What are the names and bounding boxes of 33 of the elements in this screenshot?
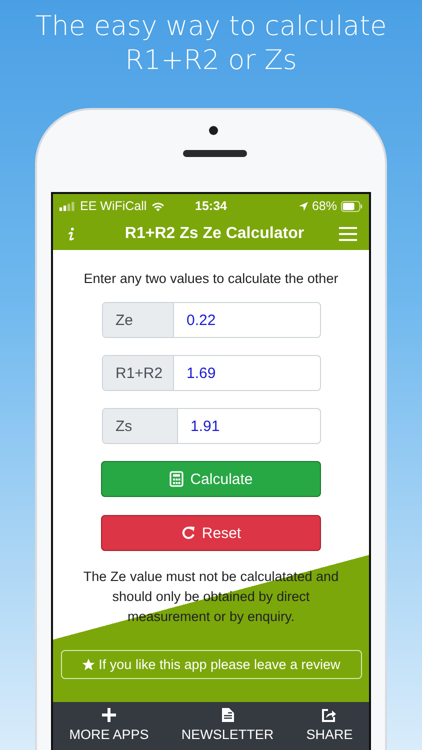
input-field[interactable]: Zs 1.91 (102, 408, 320, 444)
camera-icon (209, 126, 218, 135)
field-label: Ze (102, 303, 174, 337)
plus-icon (102, 708, 116, 722)
info-icon[interactable] (67, 226, 76, 242)
battery-percent: 68% (312, 199, 337, 213)
wifi-icon (150, 200, 165, 212)
toolbar-button[interactable]: SHARE (306, 708, 353, 750)
headline: The easy way to calculate R1+R2 or Zs (34, 10, 388, 78)
toolbar-button[interactable]: NEWSLETTER (181, 708, 274, 750)
instruction-text: Enter any two values to calculate the other (84, 271, 338, 286)
field-label: Zs (102, 409, 178, 443)
battery-icon (340, 200, 363, 212)
field-value: 0.22 (186, 310, 216, 330)
reset-button[interactable]: Reset (101, 515, 321, 551)
app-title: R1+R2 Zs Ze Calculator (124, 225, 304, 243)
document-icon (220, 708, 234, 722)
field-label: R1+R2 (102, 356, 174, 390)
carrier-name: EE WiFiCall (80, 199, 147, 213)
calculator-icon (169, 471, 184, 487)
signal-icon (59, 202, 76, 210)
menu-icon[interactable] (338, 226, 357, 242)
field-value: 1.69 (186, 364, 216, 384)
input-field[interactable]: R1+R2 1.69 (102, 355, 320, 391)
star-icon (82, 658, 95, 671)
speaker-icon (183, 150, 247, 157)
field-value: 1.91 (190, 416, 220, 436)
toolbar-button[interactable]: MORE APPS (69, 708, 149, 750)
share-icon (322, 708, 336, 722)
reset-arrow-icon (180, 525, 196, 541)
clock-time: 15:34 (195, 199, 227, 213)
location-arrow-icon (298, 202, 308, 210)
input-field[interactable]: Ze 0.22 (102, 302, 320, 338)
